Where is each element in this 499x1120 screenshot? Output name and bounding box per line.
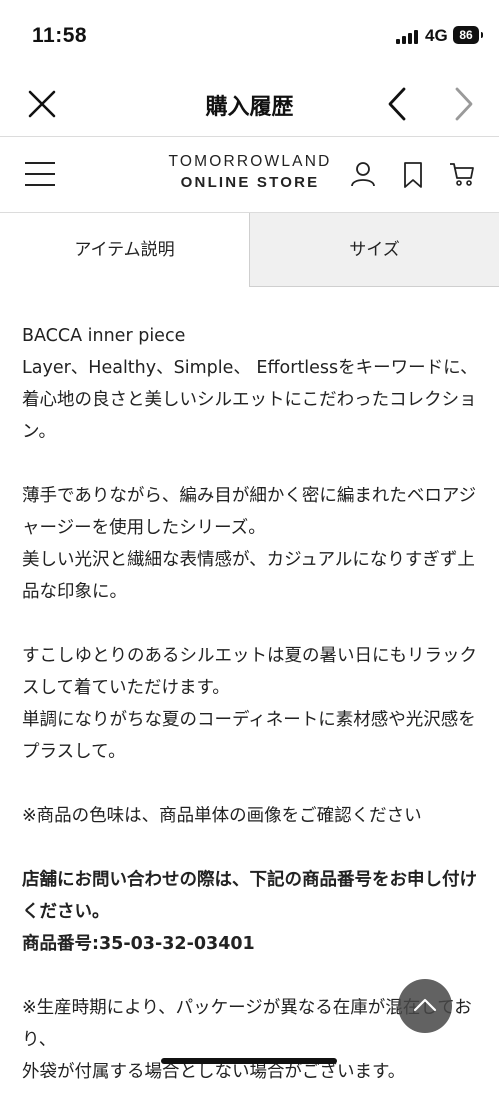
signal-icon <box>396 28 420 44</box>
page-title: 購入履歴 <box>205 95 294 120</box>
tab-bar: アイテム説明 サイズ <box>0 213 499 287</box>
description-paragraph: 薄手でありながら、編み目が細かく密に編まれたベロアジャージーを使用したシリーズ。… <box>22 486 477 602</box>
tab-item-description[interactable]: アイテム説明 <box>0 213 249 287</box>
tab-size[interactable]: サイズ <box>249 213 499 287</box>
hamburger-menu-icon[interactable] <box>24 161 56 187</box>
logo-line1: TOMORROWLAND <box>168 153 332 170</box>
description-paragraph: ※商品の色味は、商品単体の画像をご確認ください <box>22 806 422 826</box>
forward-arrow-icon[interactable] <box>449 84 479 124</box>
store-logo[interactable]: TOMORROWLAND ONLINE STORE <box>150 153 350 191</box>
description-paragraph: 店舗にお問い合わせの際は、下記の商品番号をお申し付けください。 商品番号:35-… <box>22 870 477 954</box>
chevron-up-icon <box>413 998 437 1012</box>
cart-icon[interactable] <box>449 161 475 187</box>
logo-line2: ONLINE STORE <box>180 174 320 191</box>
back-arrow-icon[interactable] <box>382 84 412 124</box>
site-header: TOMORROWLAND ONLINE STORE <box>0 137 499 213</box>
bookmark-icon[interactable] <box>401 161 425 189</box>
network-type: 4G <box>425 26 448 45</box>
nav-bar: 購入履歴 <box>0 72 499 137</box>
user-icon[interactable] <box>350 161 376 187</box>
battery-icon: 86 <box>453 26 483 44</box>
status-time: 11:58 <box>32 24 88 47</box>
home-indicator <box>161 1058 337 1064</box>
status-bar: 11:58 4G 86 <box>0 0 499 72</box>
description-paragraph: BACCA inner piece Layer、Healthy、Simple、 … <box>22 326 478 442</box>
description-paragraph: すこしゆとりのあるシルエットは夏の暑い日にもリラックスして着ていただけます。 単… <box>22 646 477 762</box>
scroll-to-top-button[interactable] <box>398 979 452 1033</box>
